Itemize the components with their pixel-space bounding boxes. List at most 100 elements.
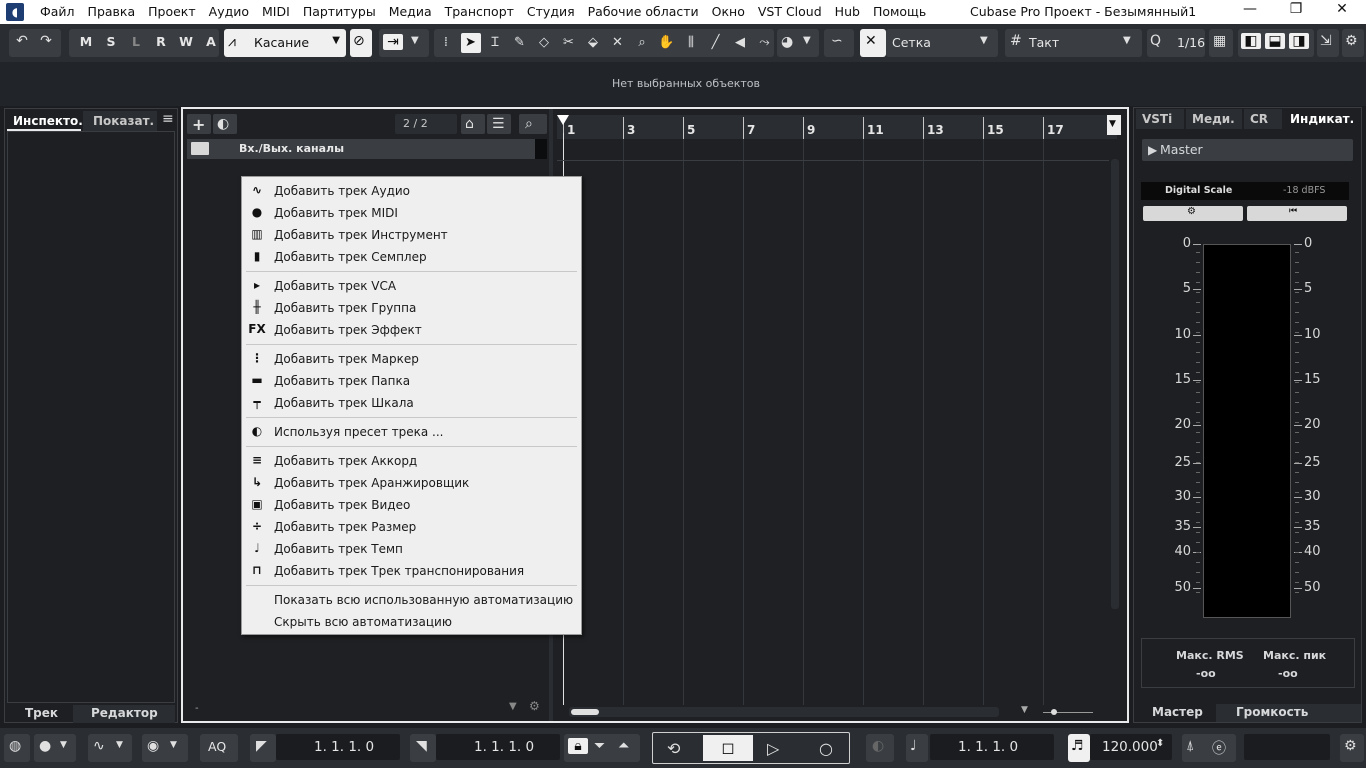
range-icon[interactable]: Ɪ xyxy=(485,33,505,53)
tab-3[interactable]: Индикат. xyxy=(1284,109,1360,129)
menu-item[interactable]: Студия xyxy=(527,4,575,19)
settings-button[interactable]: ⚙ xyxy=(1342,29,1364,57)
left-zone-icon[interactable]: ◧ xyxy=(1241,33,1261,49)
line-icon[interactable]: ╱ xyxy=(706,33,726,53)
menu-item-video[interactable]: ▣ Добавить трек Видео xyxy=(242,494,581,516)
record-mode-select[interactable]: ● ▼ xyxy=(34,734,76,762)
tab-visibility[interactable]: Показат. xyxy=(83,111,157,131)
automation-mode-select[interactable]: ⩘ Касание ▼ xyxy=(224,29,346,57)
activate-project-button[interactable]: ◍ xyxy=(4,734,30,762)
menu-item-arranger[interactable]: ↳ Добавить трек Аранжировщик xyxy=(242,472,581,494)
maximize-button[interactable]: ❐ xyxy=(1276,1,1316,17)
menu-item[interactable]: Hub xyxy=(835,4,860,19)
glue-icon[interactable]: ⬙ xyxy=(583,33,603,53)
menu-item-ruler[interactable]: ┯ Добавить трек Шкала xyxy=(242,392,581,414)
right-locator-button[interactable]: ◥ xyxy=(410,734,436,762)
tab-2[interactable]: CR xyxy=(1244,109,1282,129)
tab-volume[interactable]: Громкость xyxy=(1216,704,1361,722)
precount-icon[interactable]: ⓔ xyxy=(1212,738,1226,758)
menu-item-vca[interactable]: ▸ Добавить трек VCA xyxy=(242,275,581,297)
folder-track-row[interactable]: Вх./Вых. каналы xyxy=(187,139,547,159)
menu-item-instrument[interactable]: ▥ Добавить трек Инструмент xyxy=(242,224,581,246)
zoom-slider-handle[interactable] xyxy=(1051,709,1057,715)
menu-item-marker[interactable]: ⋮ Добавить трек Маркер xyxy=(242,348,581,370)
menu-item[interactable]: Транспорт xyxy=(445,4,514,19)
menu-item-preset[interactable]: ◐ Используя пресет трека ... xyxy=(242,421,581,443)
state-button-m[interactable]: M xyxy=(76,34,96,49)
meter-reset-button[interactable]: ⏮ xyxy=(1247,206,1347,221)
comp-icon[interactable]: ⫼ xyxy=(681,33,701,53)
pencil-icon[interactable]: ✎ xyxy=(510,33,530,53)
menu-item[interactable]: Помощь xyxy=(873,4,926,19)
chevron-down-icon[interactable]: ▼ xyxy=(1021,705,1028,715)
menu-item-chord[interactable]: ≡ Добавить трек Аккорд xyxy=(242,450,581,472)
pointer-icon[interactable]: ➤ xyxy=(460,33,481,53)
menu-item-automation-18[interactable]: Скрыть всю автоматизацию xyxy=(242,611,581,633)
audio-record-mode-select[interactable]: ∿ ▼ xyxy=(88,734,132,762)
gear-icon[interactable]: ⚙ xyxy=(529,699,540,713)
grid-type-select[interactable]: # Такт ▼ xyxy=(1005,29,1142,57)
add-track-button[interactable]: + xyxy=(187,114,211,134)
list-button[interactable]: ☰ xyxy=(487,114,511,134)
marker-field[interactable] xyxy=(1244,734,1330,760)
punch-in-icon[interactable]: ⏷ xyxy=(594,738,605,754)
menu-item-signature[interactable]: ÷ Добавить трек Размер xyxy=(242,516,581,538)
meter-settings-button[interactable]: ⚙ xyxy=(1143,206,1243,221)
menu-item-midi[interactable]: ● Добавить трек MIDI xyxy=(242,202,581,224)
right-locator-field[interactable]: 1. 1. 1. 0 xyxy=(436,734,560,760)
right-zone-icon[interactable]: ◨ xyxy=(1289,33,1309,49)
tab-inspector[interactable]: Инспекто. xyxy=(7,111,83,131)
menu-item[interactable]: Медиа xyxy=(389,4,432,19)
position-format-button[interactable]: ♩ xyxy=(906,734,928,762)
state-button-a[interactable]: A xyxy=(201,34,221,49)
menu-item-folder[interactable]: ▬ Добавить трек Папка xyxy=(242,370,581,392)
scissors-icon[interactable]: ✂ xyxy=(559,33,579,53)
mute-icon[interactable]: ✕ xyxy=(608,33,628,53)
warp-icon[interactable]: ⤳ xyxy=(755,33,775,53)
state-button-s[interactable]: S xyxy=(101,34,121,49)
tab-0[interactable]: VSTi xyxy=(1136,109,1184,129)
menu-item-transpose[interactable]: ⊓ Добавить трек Трек транспонирования xyxy=(242,560,581,582)
snap-toggle[interactable]: ∽ xyxy=(824,29,854,57)
menu-item[interactable]: Проект xyxy=(148,4,196,19)
left-locator-field[interactable]: 1. 1. 1. 0 xyxy=(276,734,400,760)
stepper-icon[interactable]: ⬍ xyxy=(1156,738,1164,749)
drag-handle-icon[interactable]: ⁞ xyxy=(436,33,456,53)
menu-item[interactable]: Аудио xyxy=(209,4,249,19)
menu-item-fx[interactable]: FX Добавить трек Эффект xyxy=(242,319,581,341)
menu-icon[interactable]: ≡ xyxy=(162,111,174,127)
snap-on-button[interactable]: ✕ xyxy=(860,29,886,57)
state-button-w[interactable]: W xyxy=(176,34,196,49)
lock-icon[interactable]: 🔒︎ xyxy=(568,738,588,754)
menu-item-group[interactable]: ╫ Добавить трек Группа xyxy=(242,297,581,319)
menu-item[interactable]: Правка xyxy=(88,4,136,19)
tab-editor[interactable]: Редактор xyxy=(73,705,175,723)
automation-suspend-button[interactable]: ⊘ xyxy=(350,29,372,57)
edit-mode-group[interactable]: ⇥ ▼ xyxy=(379,29,429,57)
punch-toggle[interactable]: ◐ xyxy=(866,734,894,762)
left-locator-button[interactable]: ◤ xyxy=(250,734,276,762)
minimize-button[interactable]: — xyxy=(1230,1,1270,17)
state-button-l[interactable]: L xyxy=(126,34,146,49)
redo-icon[interactable]: ↷ xyxy=(37,33,55,49)
menu-item-audio-wave[interactable]: ∿ Добавить трек Аудио xyxy=(242,180,581,202)
auto-quantize-button[interactable]: AQ xyxy=(200,734,238,762)
home-button[interactable]: ⌂ xyxy=(461,114,485,134)
chevron-down-icon[interactable]: ▼ xyxy=(509,701,517,712)
menu-item-sampler[interactable]: ▮ Добавить трек Семплер xyxy=(242,246,581,268)
search-button[interactable]: ⌕ xyxy=(519,114,547,134)
menu-item[interactable]: Файл xyxy=(40,4,75,19)
horizontal-scrollbar[interactable] xyxy=(569,707,999,717)
eraser-icon[interactable]: ◇ xyxy=(534,33,554,53)
ruler[interactable]: 1 3 5 7 9 11 13 15 17 xyxy=(557,115,1117,139)
vertical-scrollbar[interactable] xyxy=(1111,159,1119,609)
track-preset-button[interactable]: ◐ xyxy=(213,114,237,134)
menu-item[interactable]: Рабочие области xyxy=(588,4,699,19)
ruler-menu-button[interactable]: ▼ xyxy=(1107,115,1121,135)
menu-item[interactable]: MIDI xyxy=(262,4,290,19)
lower-zone-icon[interactable]: ⬓ xyxy=(1265,33,1285,49)
tempo-field[interactable]: 120.000 ⬍ xyxy=(1090,734,1172,760)
tab-track[interactable]: Трек xyxy=(7,705,73,723)
snap-type-select[interactable]: Сетка ▼ xyxy=(886,29,998,57)
metronome-icon[interactable]: ⍋ xyxy=(1186,738,1194,754)
